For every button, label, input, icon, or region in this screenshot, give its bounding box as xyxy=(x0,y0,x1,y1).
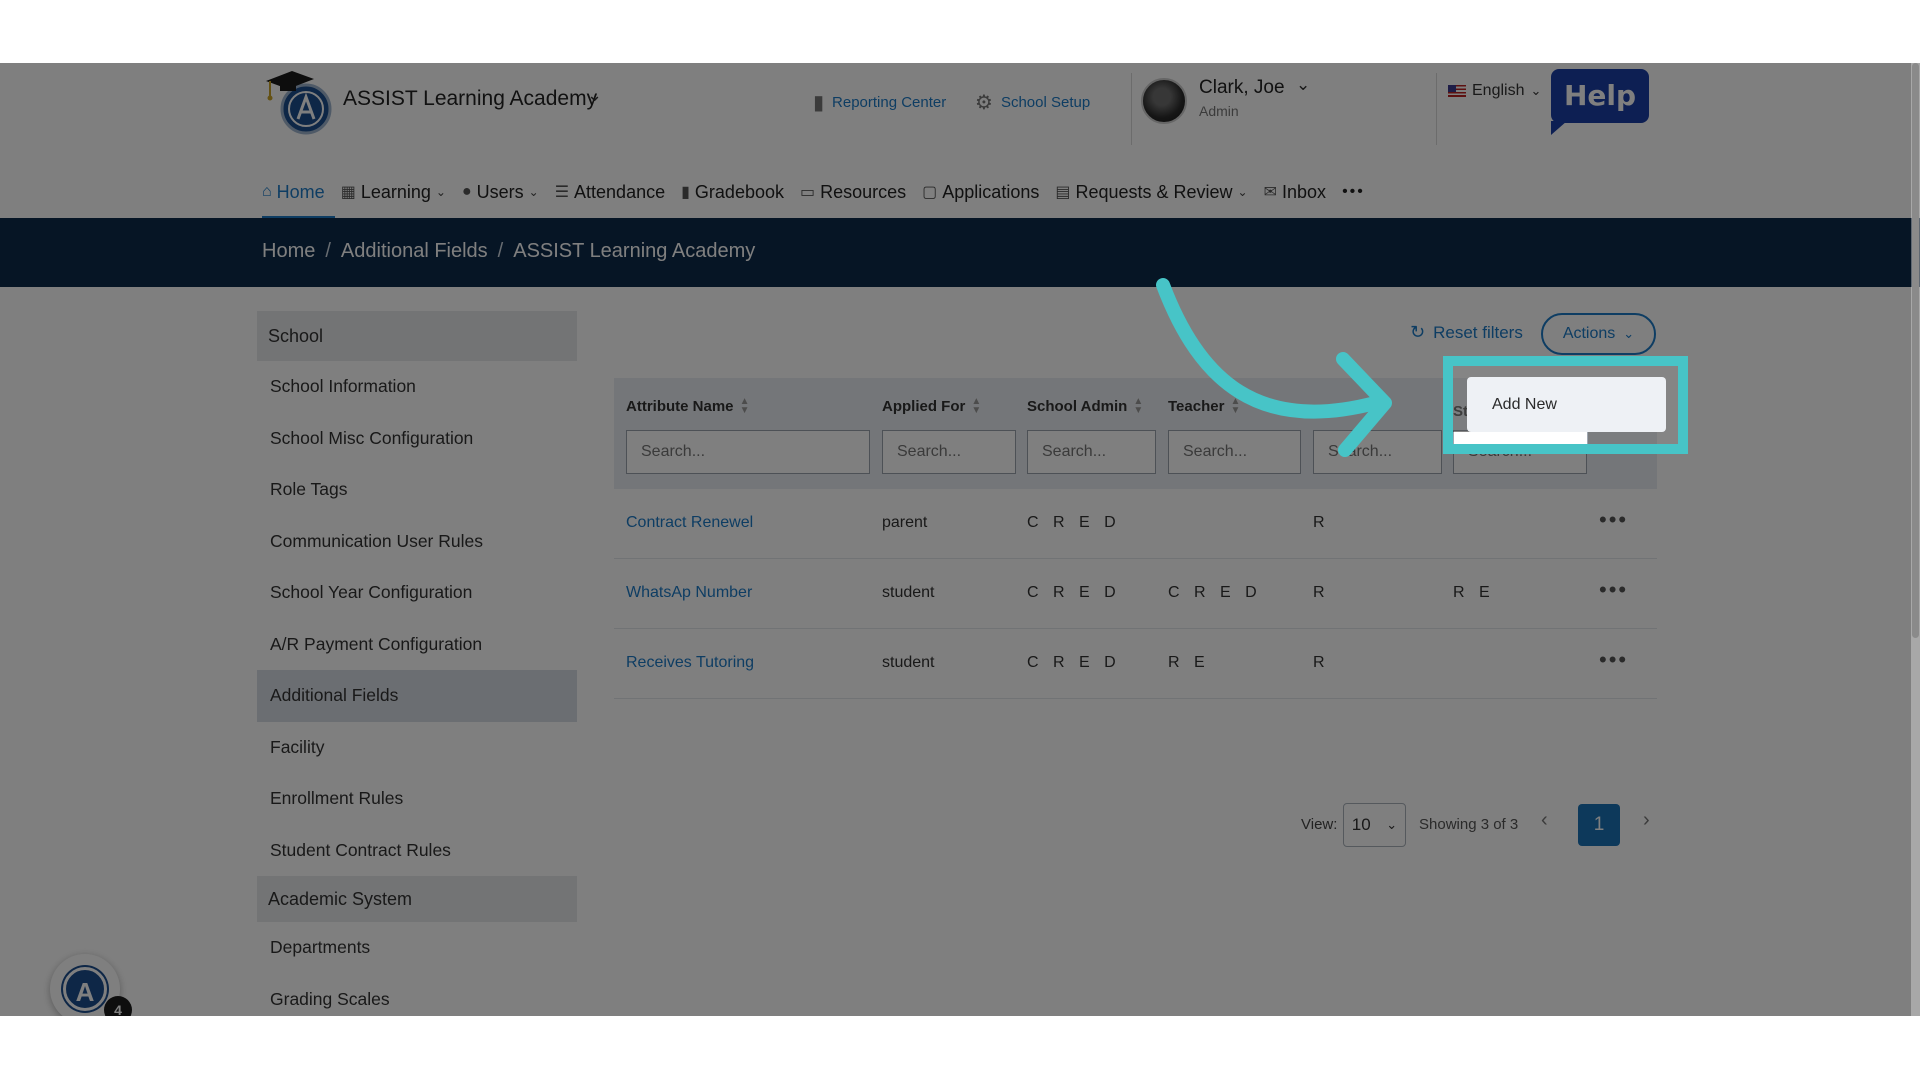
guide-arrow-icon xyxy=(1156,278,1392,457)
page-frame: ASSIST Learning Academy ⌄ ▮ Reporting Ce… xyxy=(0,0,1920,1080)
app-screen: ASSIST Learning Academy ⌄ ▮ Reporting Ce… xyxy=(0,63,1920,1016)
